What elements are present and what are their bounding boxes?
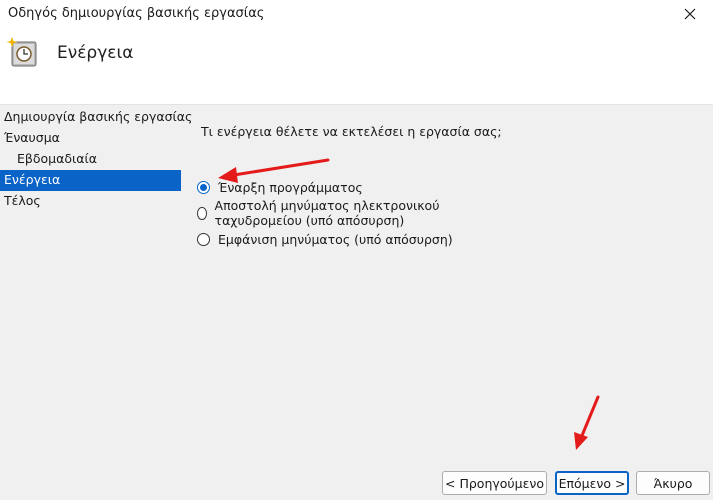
- option-start-program-label: Έναρξη προγράμματος: [218, 179, 363, 195]
- annotation-arrow-next: [574, 395, 600, 450]
- radio-selected-dot: [200, 183, 207, 191]
- action-panel: Τι ενέργεια θέλετε να εκτελέσει η εργασί…: [197, 124, 502, 247]
- step-create-basic-task: Δημιουργία βασικής εργασίας: [4, 109, 193, 124]
- wizard-header: Ενέργεια: [0, 28, 713, 105]
- step-trigger: Έναυσμα: [4, 130, 60, 145]
- option-display-message[interactable]: Εμφάνιση μηνύματος (υπό απόσυρση): [197, 226, 502, 252]
- cancel-button[interactable]: Άκυρο: [636, 471, 710, 495]
- next-button[interactable]: Επόμενο >: [555, 471, 629, 495]
- action-question: Τι ενέργεια θέλετε να εκτελέσει η εργασί…: [201, 124, 502, 139]
- title-bar: Οδηγός δημιουργίας βασικής εργασίας: [0, 0, 713, 28]
- step-finish: Τέλος: [4, 193, 41, 208]
- close-icon[interactable]: [667, 0, 713, 28]
- option-start-program[interactable]: Έναρξη προγράμματος: [197, 174, 502, 200]
- step-weekly: Εβδομαδιαία: [17, 151, 97, 166]
- step-action: Ενέργεια: [0, 170, 181, 191]
- page-heading: Ενέργεια: [57, 43, 134, 63]
- radio-display-message[interactable]: [197, 232, 210, 246]
- window-title: Οδηγός δημιουργίας βασικής εργασίας: [8, 6, 265, 21]
- radio-start-program[interactable]: [197, 180, 210, 194]
- option-send-email[interactable]: Αποστολή μηνύματος ηλεκτρονικού ταχυδρομ…: [197, 198, 502, 228]
- option-send-email-label: Αποστολή μηνύματος ηλεκτρονικού ταχυδρομ…: [214, 198, 440, 228]
- task-scheduler-icon: [6, 36, 40, 70]
- radio-send-email[interactable]: [197, 206, 207, 220]
- option-display-message-label: Εμφάνιση μηνύματος (υπό απόσυρση): [218, 231, 453, 247]
- back-button[interactable]: < Προηγούμενο: [442, 471, 547, 495]
- action-options: Έναρξη προγράμματος Αποστολή μηνύματος η…: [197, 174, 502, 252]
- wizard-steps: Δημιουργία βασικής εργασίας Έναυσμα Εβδο…: [0, 107, 193, 212]
